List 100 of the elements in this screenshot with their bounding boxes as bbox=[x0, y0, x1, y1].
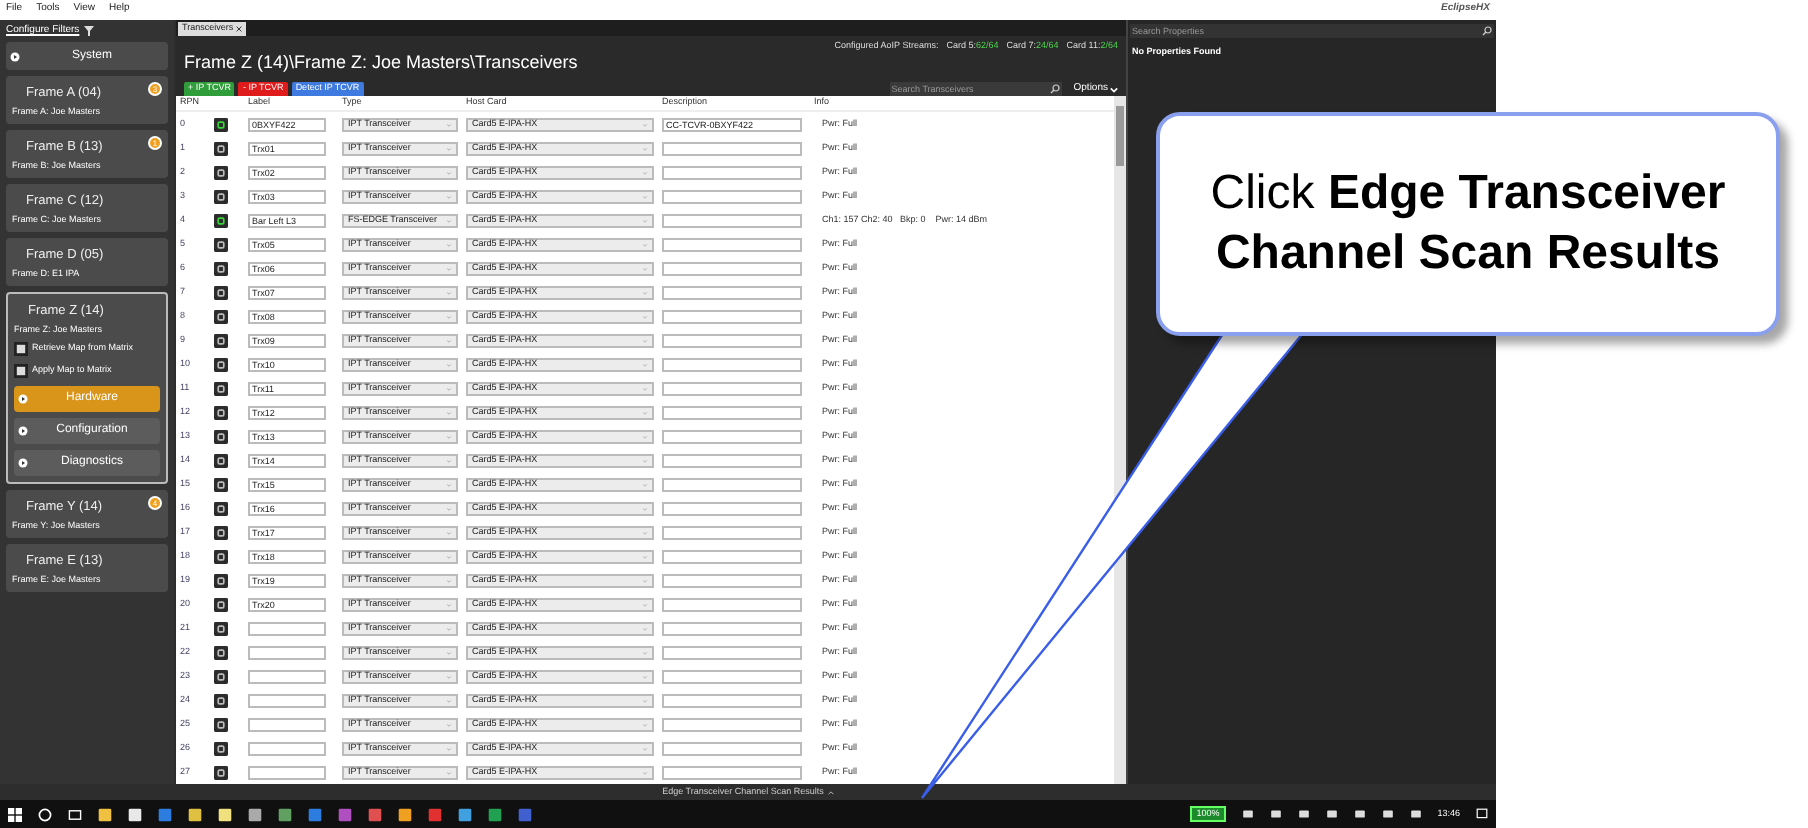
chevron-down-icon bbox=[642, 625, 648, 631]
chevron-down-icon bbox=[446, 649, 452, 655]
filter-icon bbox=[83, 26, 94, 36]
chevron-down-icon bbox=[642, 337, 648, 343]
play-icon bbox=[10, 51, 20, 61]
chevron-down-icon bbox=[446, 289, 452, 295]
app-icon bbox=[218, 807, 232, 821]
app-icon bbox=[488, 807, 502, 821]
app-icon bbox=[368, 807, 382, 821]
description-field[interactable] bbox=[662, 501, 802, 515]
chevron-down-icon bbox=[642, 577, 648, 583]
chevron-down-icon bbox=[642, 769, 648, 775]
description-field[interactable] bbox=[662, 357, 802, 371]
description-field[interactable] bbox=[662, 573, 802, 587]
chevron-down-icon bbox=[642, 313, 648, 319]
chevron-down-icon bbox=[446, 337, 452, 343]
chevron-down-icon bbox=[446, 577, 452, 583]
description-field[interactable] bbox=[662, 669, 802, 683]
chevron-down-icon bbox=[446, 241, 452, 247]
search-icon bbox=[1049, 84, 1060, 94]
chevron-down-icon bbox=[642, 361, 648, 367]
description-field[interactable] bbox=[662, 453, 802, 467]
chevron-down-icon bbox=[446, 169, 452, 175]
search-icon bbox=[1482, 26, 1492, 36]
chevron-down-icon bbox=[446, 529, 452, 535]
description-field[interactable] bbox=[662, 549, 802, 563]
chevron-down-icon bbox=[446, 145, 452, 151]
chevron-down-icon bbox=[642, 601, 648, 607]
close-icon bbox=[235, 26, 242, 32]
play-icon bbox=[18, 426, 28, 436]
play-icon bbox=[18, 394, 28, 404]
chevron-down-icon bbox=[642, 121, 648, 127]
page-title: Frame Z (14)\Frame Z: Joe Masters\Transceivers bbox=[184, 50, 578, 76]
app-icon bbox=[428, 807, 442, 821]
app-icon bbox=[248, 807, 262, 821]
chevron-down-icon bbox=[642, 289, 648, 295]
chevron-down-icon bbox=[642, 217, 648, 223]
chevron-down-icon bbox=[446, 721, 452, 727]
description-field[interactable] bbox=[662, 621, 802, 635]
chevron-down-icon bbox=[642, 505, 648, 511]
app-icon bbox=[98, 807, 112, 821]
task-view-icon bbox=[68, 807, 82, 821]
chevron-down-icon bbox=[642, 553, 648, 559]
callout-text: Click Edge Transceiver Channel Scan Results bbox=[1208, 164, 1728, 284]
chevron-down-icon bbox=[446, 433, 452, 439]
app-icon bbox=[458, 807, 472, 821]
description-field[interactable] bbox=[662, 525, 802, 539]
chevron-down-icon bbox=[642, 145, 648, 151]
chevron-down-icon bbox=[642, 649, 648, 655]
chevron-down-icon bbox=[642, 697, 648, 703]
chevron-down-icon bbox=[446, 505, 452, 511]
description-field[interactable] bbox=[662, 429, 802, 443]
chevron-down-icon bbox=[446, 265, 452, 271]
description-field[interactable] bbox=[662, 237, 802, 251]
chevron-down-icon bbox=[642, 265, 648, 271]
chevron-down-icon bbox=[446, 481, 452, 487]
description-field[interactable] bbox=[662, 405, 802, 419]
chevron-down-icon bbox=[446, 457, 452, 463]
chevron-down-icon bbox=[446, 361, 452, 367]
chevron-down-icon bbox=[1110, 85, 1118, 93]
label-field[interactable] bbox=[248, 765, 326, 779]
description-field[interactable] bbox=[662, 285, 802, 299]
chevron-down-icon bbox=[446, 601, 452, 607]
description-field[interactable] bbox=[662, 213, 802, 227]
chevron-down-icon bbox=[446, 217, 452, 223]
chevron-down-icon bbox=[446, 745, 452, 751]
chevron-down-icon bbox=[446, 313, 452, 319]
description-field[interactable] bbox=[662, 693, 802, 707]
description-field[interactable] bbox=[662, 261, 802, 275]
description-field[interactable] bbox=[662, 381, 802, 395]
chevron-down-icon bbox=[446, 409, 452, 415]
play-icon bbox=[18, 458, 28, 468]
label-field[interactable] bbox=[248, 645, 326, 659]
description-field[interactable] bbox=[662, 597, 802, 611]
label-field[interactable] bbox=[248, 669, 326, 683]
scrollbar[interactable] bbox=[1114, 96, 1126, 784]
app-icon bbox=[188, 807, 202, 821]
description-field[interactable] bbox=[662, 645, 802, 659]
description-field[interactable] bbox=[662, 333, 802, 347]
label-field[interactable] bbox=[248, 717, 326, 731]
description-field[interactable] bbox=[662, 309, 802, 323]
chevron-down-icon bbox=[446, 121, 452, 127]
label-field[interactable] bbox=[248, 621, 326, 635]
scrollbar-thumb[interactable] bbox=[1116, 106, 1124, 166]
description-field[interactable] bbox=[662, 765, 802, 779]
label-field[interactable] bbox=[248, 693, 326, 707]
windows-icon bbox=[8, 807, 22, 821]
chevron-down-icon bbox=[446, 193, 452, 199]
chevron-down-icon bbox=[446, 553, 452, 559]
chevron-down-icon bbox=[642, 673, 648, 679]
description-field[interactable] bbox=[662, 189, 802, 203]
description-field[interactable] bbox=[662, 141, 802, 155]
chevron-down-icon bbox=[642, 385, 648, 391]
label-field[interactable] bbox=[248, 741, 326, 755]
chevron-down-icon bbox=[642, 241, 648, 247]
description-field[interactable] bbox=[662, 477, 802, 491]
description-field[interactable] bbox=[662, 741, 802, 755]
description-field[interactable] bbox=[662, 165, 802, 179]
description-field[interactable] bbox=[662, 717, 802, 731]
chevron-down-icon bbox=[446, 625, 452, 631]
